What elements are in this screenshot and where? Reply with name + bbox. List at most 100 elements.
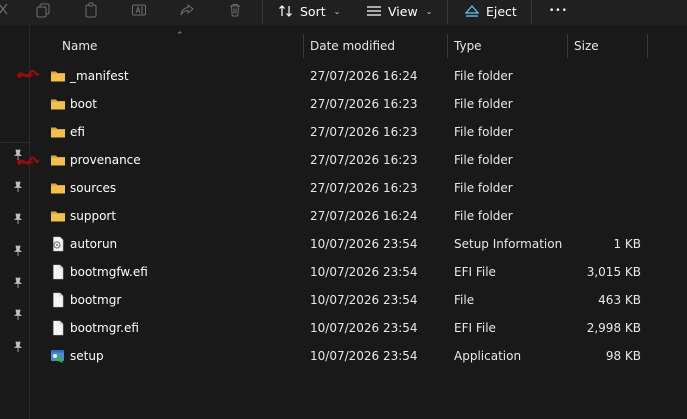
file-type: File folder bbox=[454, 153, 513, 167]
file-name: support bbox=[70, 209, 117, 223]
file-date-modified: 10/07/2026 23:54 bbox=[310, 293, 418, 307]
file-type: File folder bbox=[454, 181, 513, 195]
file-row[interactable]: sources 27/07/2026 16:23 File folder bbox=[31, 174, 687, 202]
column-header-row: ⌃ Name Date modified Type Size bbox=[31, 31, 687, 58]
column-header-type[interactable]: Type bbox=[454, 34, 482, 58]
file-name: bootmgfw.efi bbox=[70, 265, 148, 279]
file-name: _manifest bbox=[70, 69, 129, 83]
folder-icon bbox=[50, 180, 66, 196]
chevron-down-icon: ⌄ bbox=[333, 6, 341, 16]
folder-icon bbox=[50, 208, 66, 224]
sort-label: Sort bbox=[300, 3, 326, 19]
share-icon[interactable] bbox=[178, 1, 196, 19]
file-date-modified: 27/07/2026 16:23 bbox=[310, 97, 418, 111]
file-name: sources bbox=[70, 181, 117, 195]
application-icon bbox=[50, 348, 66, 364]
sort-button[interactable]: Sort ⌄ bbox=[278, 0, 340, 22]
file-name: autorun bbox=[70, 237, 118, 251]
file-size: 463 KB bbox=[598, 293, 641, 307]
file-size: 98 KB bbox=[605, 349, 641, 363]
file-type: Setup Information bbox=[454, 237, 563, 251]
file-name: bootmgr.efi bbox=[70, 321, 139, 335]
file-row[interactable]: boot 27/07/2026 16:23 File folder bbox=[31, 90, 687, 118]
column-header-size[interactable]: Size bbox=[574, 34, 599, 58]
sort-ascending-icon: ⌃ bbox=[176, 31, 184, 41]
nav-divider bbox=[0, 142, 30, 143]
file-date-modified: 10/07/2026 23:54 bbox=[310, 265, 418, 279]
file-date-modified: 27/07/2026 16:23 bbox=[310, 125, 418, 139]
column-header-size-label: Size bbox=[574, 39, 599, 53]
file-date-modified: 10/07/2026 23:54 bbox=[310, 349, 418, 363]
file-type: File bbox=[454, 293, 475, 307]
file-size: 3,015 KB bbox=[586, 265, 641, 279]
chevron-down-icon: ⌄ bbox=[425, 6, 433, 16]
file-icon bbox=[50, 320, 66, 336]
column-header-date[interactable]: Date modified bbox=[310, 34, 395, 58]
view-icon bbox=[367, 6, 381, 16]
file-name: boot bbox=[70, 97, 98, 111]
file-type: Application bbox=[454, 349, 522, 363]
file-row[interactable]: _manifest 27/07/2026 16:24 File folder bbox=[31, 62, 687, 90]
toolbar-separator bbox=[531, 0, 532, 24]
pin-icon[interactable] bbox=[12, 274, 24, 288]
file-row[interactable]: autorun 10/07/2026 23:54 Setup Informati… bbox=[31, 230, 687, 258]
cut-icon[interactable] bbox=[0, 1, 14, 19]
eject-label: Eject bbox=[486, 3, 517, 19]
file-type: EFI File bbox=[454, 265, 496, 279]
copy-icon[interactable] bbox=[34, 1, 52, 19]
column-resize-handle[interactable] bbox=[567, 34, 568, 58]
view-label: View bbox=[388, 3, 418, 19]
file-name: setup bbox=[70, 349, 104, 363]
toolbar-separator bbox=[262, 0, 263, 24]
file-type: EFI File bbox=[454, 321, 496, 335]
file-icon bbox=[50, 292, 66, 308]
more-options-button[interactable]: ••• bbox=[549, 0, 568, 22]
column-header-name[interactable]: Name bbox=[62, 34, 97, 58]
file-size: 1 KB bbox=[613, 237, 641, 251]
eject-button[interactable]: Eject bbox=[464, 0, 517, 22]
column-header-type-label: Type bbox=[454, 39, 482, 53]
file-date-modified: 27/07/2026 16:24 bbox=[310, 69, 418, 83]
column-resize-handle[interactable] bbox=[447, 34, 448, 58]
setup-info-icon bbox=[50, 236, 66, 252]
sort-icon bbox=[279, 5, 292, 17]
file-date-modified: 10/07/2026 23:54 bbox=[310, 321, 418, 335]
file-date-modified: 27/07/2026 16:24 bbox=[310, 209, 418, 223]
folder-icon bbox=[50, 152, 66, 168]
file-row[interactable]: efi 27/07/2026 16:23 File folder bbox=[31, 118, 687, 146]
delete-icon[interactable] bbox=[226, 1, 244, 19]
file-row[interactable]: bootmgr 10/07/2026 23:54 File 463 KB bbox=[31, 286, 687, 314]
file-date-modified: 27/07/2026 16:23 bbox=[310, 153, 418, 167]
folder-icon bbox=[50, 96, 66, 112]
paste-icon[interactable] bbox=[82, 1, 100, 19]
folder-icon bbox=[50, 68, 66, 84]
column-header-name-label: Name bbox=[62, 39, 98, 53]
pin-icon[interactable] bbox=[12, 338, 24, 352]
file-row[interactable]: setup 10/07/2026 23:54 Application 98 KB bbox=[31, 342, 687, 370]
pin-icon[interactable] bbox=[12, 306, 24, 320]
file-icon bbox=[50, 264, 66, 280]
file-size: 2,998 KB bbox=[586, 321, 641, 335]
pin-icon[interactable] bbox=[12, 178, 24, 192]
file-type: File folder bbox=[454, 125, 513, 139]
file-row[interactable]: bootmgr.efi 10/07/2026 23:54 EFI File 2,… bbox=[31, 314, 687, 342]
more-icon: ••• bbox=[549, 6, 568, 16]
folder-icon bbox=[50, 124, 66, 140]
rename-icon[interactable] bbox=[130, 1, 148, 19]
eject-icon bbox=[464, 5, 480, 17]
pin-icon[interactable] bbox=[12, 210, 24, 224]
file-date-modified: 27/07/2026 16:23 bbox=[310, 181, 418, 195]
toolbar-separator bbox=[447, 0, 448, 24]
file-name: bootmgr bbox=[70, 293, 122, 307]
file-type: File folder bbox=[454, 69, 513, 83]
view-button[interactable]: View ⌄ bbox=[366, 0, 432, 22]
file-type: File folder bbox=[454, 97, 513, 111]
file-row[interactable]: support 27/07/2026 16:24 File folder bbox=[31, 202, 687, 230]
file-row[interactable]: bootmgfw.efi 10/07/2026 23:54 EFI File 3… bbox=[31, 258, 687, 286]
column-resize-handle[interactable] bbox=[303, 34, 304, 58]
column-resize-handle[interactable] bbox=[647, 34, 648, 58]
file-name: provenance bbox=[70, 153, 141, 167]
file-row[interactable]: provenance 27/07/2026 16:23 File folder bbox=[31, 146, 687, 174]
pin-icon[interactable] bbox=[12, 242, 24, 256]
file-date-modified: 10/07/2026 23:54 bbox=[310, 237, 418, 251]
